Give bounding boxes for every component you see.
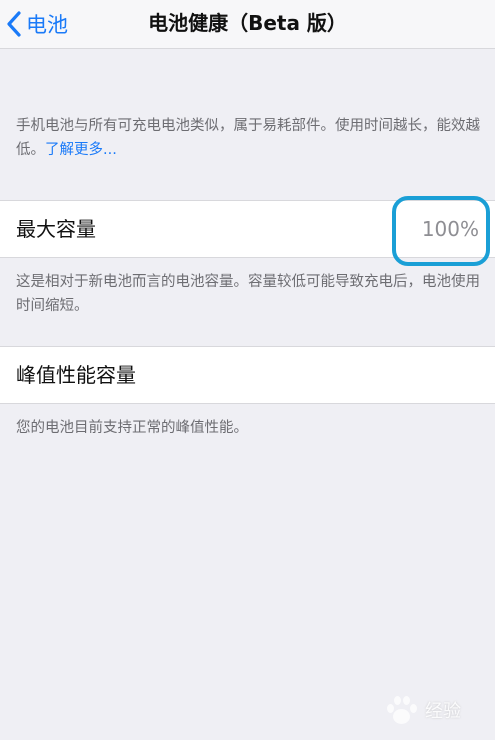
peak-performance-footnote: 您的电池目前支持正常的峰值性能。 — [16, 420, 248, 436]
navigation-bar: 电池 电池健康（Beta 版） — [0, 0, 495, 49]
peak-performance-label: 峰值性能容量 — [16, 363, 136, 387]
learn-more-link[interactable]: 了解更多... — [45, 142, 117, 158]
max-capacity-label: 最大容量 — [16, 217, 96, 241]
highlight-annotation — [392, 196, 490, 266]
watermark-text: 经验 — [425, 701, 461, 722]
intro-footnote: 手机电池与所有可充电电池类似，属于易耗部件。使用时间越长，能效越低。了解更多..… — [16, 114, 484, 162]
watermark: 经验 — [383, 694, 461, 726]
paw-logo-icon — [383, 694, 419, 726]
page-title: 电池健康（Beta 版） — [148, 11, 347, 35]
max-capacity-footnote: 这是相对于新电池而言的电池容量。容量较低可能导致充电后，电池使用时间缩短。 — [16, 274, 480, 314]
peak-performance-row: 峰值性能容量 — [0, 346, 495, 404]
screen: 电池 电池健康（Beta 版） 手机电池与所有可充电电池类似，属于易耗部件。使用… — [0, 0, 495, 740]
